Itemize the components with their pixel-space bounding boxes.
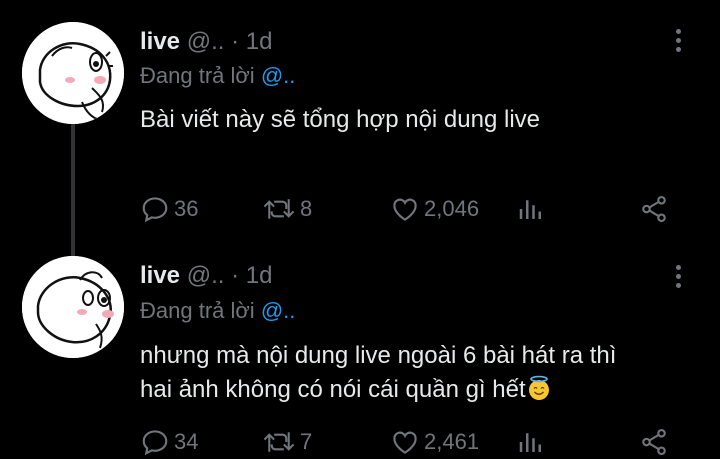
tweet-text-line: hai ảnh không có nói cái quần gì hết bbox=[140, 376, 526, 403]
views-icon bbox=[519, 433, 541, 452]
replying-to-handle[interactable]: @.. bbox=[261, 63, 296, 88]
tweet-text-line: Bài viết này sẽ tổng hợp nội dung live bbox=[140, 106, 540, 133]
reply-button[interactable]: 34 bbox=[140, 425, 198, 459]
like-button[interactable]: 2,046 bbox=[390, 192, 479, 226]
retweet-icon bbox=[263, 199, 295, 219]
share-button[interactable] bbox=[638, 425, 670, 459]
timestamp[interactable]: 1d bbox=[246, 262, 273, 289]
like-button[interactable]: 2,461 bbox=[390, 425, 479, 459]
views-button[interactable] bbox=[516, 192, 546, 226]
reply-icon bbox=[142, 430, 168, 456]
display-name[interactable]: live bbox=[140, 28, 180, 55]
display-name[interactable]: live bbox=[140, 262, 180, 289]
tweet-text: Bài viết này sẽ tổng hợp nội dung live bbox=[140, 103, 700, 137]
tweet-text-line: nhưng mà nội dung live ngoài 6 bài hát r… bbox=[140, 342, 617, 369]
action-bar: 34 7 2,461 bbox=[140, 425, 680, 459]
share-icon bbox=[642, 428, 666, 456]
timestamp[interactable]: 1d bbox=[246, 28, 273, 55]
tweet-text-line-2: hai ảnh không có nói cái quần gì hết bbox=[140, 373, 700, 407]
more-icon[interactable] bbox=[668, 262, 688, 292]
user-handle[interactable]: @.. bbox=[187, 262, 225, 289]
like-count: 2,461 bbox=[424, 429, 480, 454]
more-icon[interactable] bbox=[668, 26, 688, 56]
replying-to-handle[interactable]: @.. bbox=[261, 298, 296, 323]
replying-to: Đang trả lời @.. bbox=[140, 63, 295, 89]
replying-to: Đang trả lời @.. bbox=[140, 298, 295, 324]
tweet[interactable]: live @.. · 1d Đang trả lời @.. Bài viết … bbox=[0, 0, 720, 260]
tweet[interactable]: live @.. · 1d Đang trả lời @.. nhưng mà … bbox=[0, 250, 720, 458]
halo-smile-emoji bbox=[528, 375, 549, 400]
action-bar: 36 8 2,046 bbox=[140, 192, 680, 226]
retweet-icon bbox=[263, 432, 295, 452]
replying-to-label: Đang trả lời bbox=[140, 63, 255, 88]
separator-dot: · bbox=[231, 28, 240, 55]
like-icon bbox=[393, 431, 417, 454]
views-icon bbox=[519, 200, 541, 219]
retweet-button[interactable]: 7 bbox=[262, 425, 312, 459]
tweet-header: live @.. · 1d bbox=[140, 28, 272, 56]
like-icon bbox=[393, 198, 417, 221]
reply-icon bbox=[142, 197, 168, 223]
avatar[interactable] bbox=[22, 22, 124, 124]
like-count: 2,046 bbox=[424, 196, 480, 221]
reply-count: 34 bbox=[174, 429, 199, 454]
reply-button[interactable]: 36 bbox=[140, 192, 198, 226]
avatar[interactable] bbox=[22, 256, 124, 358]
retweet-button[interactable]: 8 bbox=[262, 192, 312, 226]
share-icon bbox=[642, 195, 666, 223]
views-button[interactable] bbox=[516, 425, 546, 459]
tweet-text: nhưng mà nội dung live ngoài 6 bài hát r… bbox=[140, 339, 700, 407]
share-button[interactable] bbox=[638, 192, 670, 226]
separator-dot: · bbox=[231, 262, 240, 289]
thread-line bbox=[71, 112, 75, 260]
user-handle[interactable]: @.. bbox=[187, 28, 225, 55]
tweet-header: live @.. · 1d bbox=[140, 262, 272, 290]
retweet-count: 7 bbox=[300, 429, 313, 454]
replying-to-label: Đang trả lời bbox=[140, 298, 255, 323]
reply-count: 36 bbox=[174, 196, 199, 221]
retweet-count: 8 bbox=[300, 196, 313, 221]
